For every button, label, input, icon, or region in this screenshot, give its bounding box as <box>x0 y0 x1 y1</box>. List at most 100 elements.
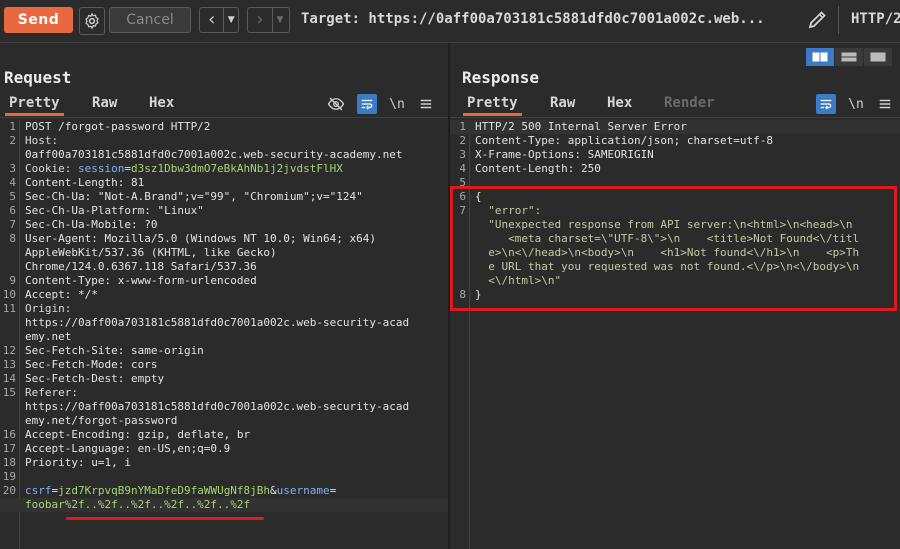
code-text: Accept-Language: en-US,en;q=0.9 <box>25 442 230 456</box>
code-line[interactable]: 1 POST /forgot-password HTTP/2 <box>0 120 448 134</box>
code-token: & <box>270 484 277 497</box>
code-token: Host: <box>25 134 59 147</box>
code-line[interactable]: 11 Origin: <box>0 302 448 316</box>
code-line[interactable]: 14 Sec-Fetch-Dest: empty <box>0 372 448 386</box>
chevron-down-icon[interactable]: ▼ <box>223 8 238 32</box>
chevron-left-icon: ‹ <box>208 9 216 30</box>
wrap-lines-icon[interactable] <box>816 94 836 114</box>
request-pane: Request Pretty Raw Hex \n 1 POST /forgot-… <box>0 43 448 549</box>
chevron-down-icon[interactable]: ▼ <box>272 8 287 32</box>
code-token: Priority: u=1, i <box>25 456 131 469</box>
wrap-lines-icon[interactable] <box>357 94 377 114</box>
request-tabs: Pretty Raw Hex \n <box>0 93 448 118</box>
line-number: 12 <box>2 344 16 357</box>
pencil-icon[interactable] <box>806 9 830 31</box>
code-token: Sec-Ch-Ua-Mobile: ?0 <box>25 218 158 231</box>
code-token: AppleWebKit/537.36 (KHTML, like Gecko) <box>25 246 277 259</box>
code-token: Origin: <box>25 302 72 315</box>
code-line[interactable]: foobar%2f..%2f..%2f..%2f..%2f..%2f <box>0 498 448 512</box>
tab-pretty[interactable]: Pretty <box>463 95 522 116</box>
code-text: Accept: */* <box>25 288 98 302</box>
code-line[interactable]: Chrome/124.0.6367.118 Safari/537.36 <box>0 260 448 274</box>
code-line[interactable]: 19 <box>0 470 448 484</box>
tab-pretty[interactable]: Pretty <box>5 95 64 116</box>
code-line[interactable]: 2 Host: <box>0 134 448 148</box>
tabbed-layout-button[interactable] <box>864 48 892 66</box>
code-line[interactable]: 3 Cookie: session=d3sz1Dbw3dmO7eBkAhNb1j2… <box>0 162 448 176</box>
http-version-label[interactable]: HTTP/2 <box>851 11 900 27</box>
line-number: 14 <box>2 372 16 385</box>
code-line[interactable]: 17 Accept-Language: en-US,en;q=0.9 <box>0 442 448 456</box>
tab-raw[interactable]: Raw <box>92 95 117 111</box>
code-token: Content-Type: x-www-form-urlencoded <box>25 274 257 287</box>
forward-button[interactable]: › ▼ <box>247 7 290 33</box>
code-line[interactable]: 4 Content-Length: 250 <box>450 162 900 176</box>
code-token: User-Agent: Mozilla/5.0 (Windows NT 10.0… <box>25 232 376 245</box>
request-title: Request <box>4 68 72 87</box>
side-by-side-layout-button[interactable] <box>806 48 834 66</box>
tab-hex[interactable]: Hex <box>607 95 632 111</box>
code-line[interactable]: AppleWebKit/537.36 (KHTML, like Gecko) <box>0 246 448 260</box>
stacked-layout-button[interactable] <box>835 48 863 66</box>
line-number: 18 <box>2 456 16 469</box>
line-number: 19 <box>2 470 16 483</box>
menu-icon[interactable] <box>416 94 436 114</box>
code-token: X-Frame-Options: SAMEORIGIN <box>475 148 654 161</box>
code-line[interactable]: 4 Content-Length: 81 <box>0 176 448 190</box>
code-line[interactable]: https://0aff00a703181c5881dfd0c7001a002c… <box>0 400 448 414</box>
code-line[interactable]: emy.net <box>0 330 448 344</box>
line-number: 2 <box>459 134 466 147</box>
menu-icon[interactable] <box>875 94 895 114</box>
code-line[interactable]: 9 Content-Type: x-www-form-urlencoded <box>0 274 448 288</box>
code-token: emy.net <box>25 330 72 343</box>
tab-raw[interactable]: Raw <box>550 95 575 111</box>
code-token: = <box>124 162 131 175</box>
code-line[interactable]: 10 Accept: */* <box>0 288 448 302</box>
code-line[interactable]: 5 Sec-Ch-Ua: "Not-A.Brand";v="99", "Chrom… <box>0 190 448 204</box>
code-line[interactable]: 1 HTTP/2 500 Internal Server Error <box>450 120 900 134</box>
code-line[interactable]: 16 Accept-Encoding: gzip, deflate, br <box>0 428 448 442</box>
settings-button[interactable] <box>79 7 105 35</box>
code-line[interactable]: 2 Content-Type: application/json; charset… <box>450 134 900 148</box>
tab-hex[interactable]: Hex <box>149 95 174 111</box>
code-line[interactable]: 18 Priority: u=1, i <box>0 456 448 470</box>
back-button[interactable]: ‹ ▼ <box>199 7 239 33</box>
response-editor[interactable]: 1 HTTP/2 500 Internal Server Error 2 Conten… <box>450 120 900 549</box>
code-token: Accept-Language: en-US,en;q=0.9 <box>25 442 231 455</box>
code-line[interactable]: 13 Sec-Fetch-Mode: cors <box>0 358 448 372</box>
code-line[interactable]: 12 Sec-Fetch-Site: same-origin <box>0 344 448 358</box>
layout-toggle-group <box>806 48 892 66</box>
code-line[interactable]: 7 Sec-Ch-Ua-Mobile: ?0 <box>0 218 448 232</box>
line-number: 20 <box>2 484 16 497</box>
line-number: 3 <box>9 162 16 175</box>
code-text: Host: <box>25 134 58 148</box>
code-text: Sec-Ch-Ua-Platform: "Linux" <box>25 204 204 218</box>
code-token: Sec-Fetch-Mode: cors <box>25 358 158 371</box>
send-button[interactable]: Send <box>4 7 73 33</box>
code-token: csrf <box>25 484 52 497</box>
code-line[interactable]: 6 Sec-Ch-Ua-Platform: "Linux" <box>0 204 448 218</box>
chevron-right-icon: › <box>256 9 264 30</box>
code-line[interactable]: 0aff00a703181c5881dfd0c7001a002c.web-sec… <box>0 148 448 162</box>
line-number: 15 <box>2 386 16 399</box>
code-token: Accept-Encoding: gzip, deflate, br <box>25 428 251 441</box>
code-text: https://0aff00a703181c5881dfd0c7001a002c… <box>25 316 409 330</box>
response-tabs: Pretty Raw Hex Render \n <box>450 93 900 118</box>
code-token: Cookie: <box>25 162 78 175</box>
newline-toggle[interactable]: \n <box>846 94 866 114</box>
eye-off-icon[interactable] <box>326 94 346 114</box>
cancel-button[interactable]: Cancel <box>109 7 191 33</box>
newline-toggle[interactable]: \n <box>387 94 407 114</box>
tab-render[interactable]: Render <box>664 95 715 111</box>
code-line[interactable]: https://0aff00a703181c5881dfd0c7001a002c… <box>0 316 448 330</box>
code-text: emy.net <box>25 330 71 344</box>
code-line[interactable]: 3 X-Frame-Options: SAMEORIGIN <box>450 148 900 162</box>
code-line[interactable]: 15 Referer: <box>0 386 448 400</box>
code-line[interactable]: 8 User-Agent: Mozilla/5.0 (Windows NT 10.… <box>0 232 448 246</box>
code-text: Sec-Ch-Ua: "Not-A.Brand";v="99", "Chromi… <box>25 190 363 204</box>
code-text: Cookie: session=d3sz1Dbw3dmO7eBkAhNb1j2j… <box>25 162 343 176</box>
code-text: Origin: <box>25 302 71 316</box>
code-line[interactable]: 20 csrf = jzd7KrpvqB9nYMaDfeD9faWWUgNf8jBh&… <box>0 484 448 498</box>
request-editor[interactable]: 1 POST /forgot-password HTTP/2 2 Host: 0aff0… <box>0 120 448 549</box>
code-line[interactable]: emy.net/forgot-password <box>0 414 448 428</box>
